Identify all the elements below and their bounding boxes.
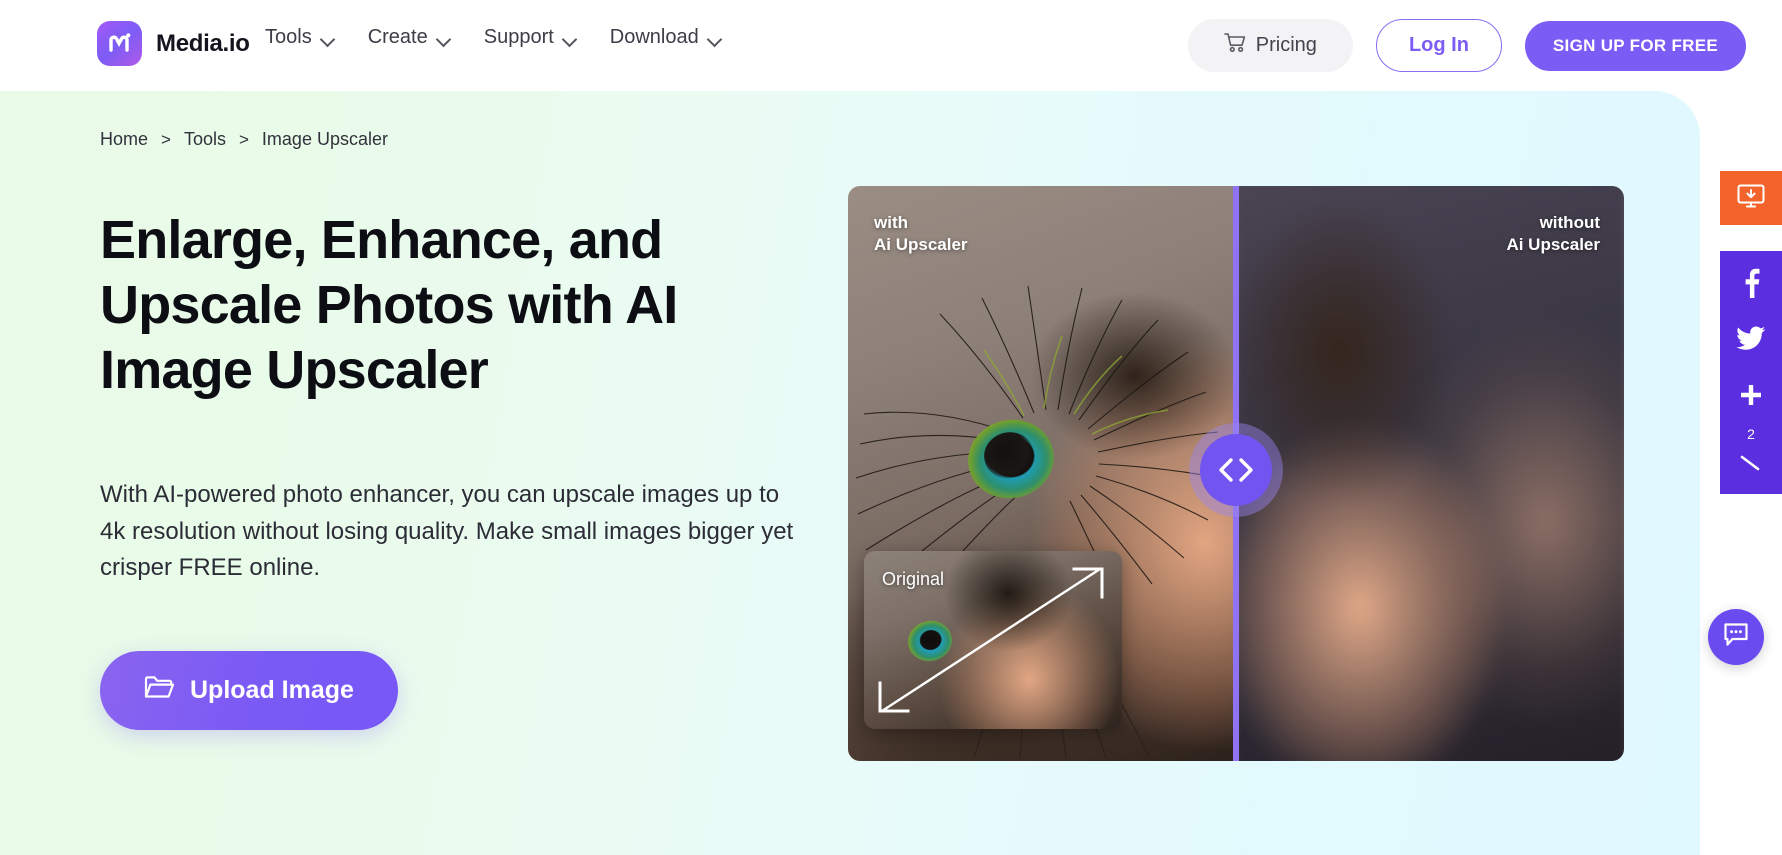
chevron-down-icon	[437, 34, 450, 42]
share-twitter-button[interactable]	[1720, 321, 1782, 361]
share-more-icon	[1738, 455, 1764, 475]
upload-image-button[interactable]: Upload Image	[100, 651, 398, 730]
nav-item-download[interactable]: Download	[610, 26, 721, 49]
nav-label: Download	[609, 26, 699, 48]
chat-bubble-icon	[1722, 622, 1750, 653]
signup-label: SIGN UP FOR FREE	[1552, 35, 1718, 55]
comparison-slider-handle[interactable]	[1189, 423, 1283, 517]
side-rail: 2	[1720, 171, 1782, 494]
media-io-logo-icon	[97, 21, 142, 66]
nav-label: Support	[483, 26, 554, 48]
desktop-download-button[interactable]	[1720, 171, 1782, 225]
site-header: Media.io Tools Create Support Download P…	[0, 0, 1782, 91]
share-more-button[interactable]	[1720, 377, 1782, 417]
nav-item-tools[interactable]: Tools	[265, 26, 334, 49]
with-upscaler-label: with Ai Upscaler	[874, 213, 968, 254]
without-upscaler-label: without Ai Upscaler	[1506, 213, 1600, 254]
page-title: Enlarge, Enhance, and Upscale Photos wit…	[100, 210, 678, 400]
main-nav: Tools Create Support Download	[265, 26, 721, 49]
breadcrumb-home[interactable]: Home	[100, 129, 148, 150]
original-thumbnail-card[interactable]: Original	[864, 551, 1122, 729]
nav-label: Create	[367, 26, 428, 48]
login-label: Log In	[1408, 34, 1469, 56]
chevron-down-icon	[708, 34, 721, 42]
pricing-button[interactable]: Pricing	[1187, 19, 1353, 72]
login-button[interactable]: Log In	[1375, 19, 1502, 72]
before-after-comparison[interactable]: with Ai Upscaler without Ai Upscaler Ori…	[848, 186, 1624, 761]
share-facebook-button[interactable]	[1720, 265, 1782, 305]
chevron-down-icon	[321, 34, 334, 42]
upload-label: Upload Image	[190, 676, 354, 704]
original-blurry-image-pane: without Ai Upscaler	[1236, 186, 1624, 761]
non-upscaled-photo	[1236, 186, 1624, 761]
shopping-cart-icon	[1223, 32, 1247, 59]
nav-label: Tools	[265, 26, 312, 48]
chevron-down-icon	[563, 34, 576, 42]
signup-button[interactable]: SIGN UP FOR FREE	[1524, 20, 1746, 71]
twitter-icon	[1736, 326, 1766, 356]
plus-share-icon	[1738, 382, 1764, 413]
social-share-rail: 2	[1720, 251, 1782, 494]
monitor-download-icon	[1736, 183, 1766, 214]
breadcrumb-separator: >	[238, 129, 249, 149]
nav-item-support[interactable]: Support	[484, 26, 576, 49]
brand-name: Media.io	[156, 29, 250, 57]
left-right-chevrons-icon	[1200, 434, 1272, 506]
breadcrumb-tools[interactable]: Tools	[184, 129, 226, 150]
header-actions: Pricing Log In SIGN UP FOR FREE	[1187, 19, 1746, 72]
hero-subtitle: With AI-powered photo enhancer, you can …	[100, 481, 794, 581]
nav-item-create[interactable]: Create	[368, 26, 450, 49]
original-label: Original	[882, 569, 945, 589]
breadcrumb: Home > Tools > Image Upscaler	[100, 129, 388, 150]
pricing-label: Pricing	[1255, 34, 1317, 56]
breadcrumb-current: Image Upscaler	[261, 129, 388, 149]
breadcrumb-separator: >	[161, 129, 171, 149]
facebook-icon	[1743, 268, 1760, 303]
brand-logo[interactable]: Media.io	[97, 21, 250, 66]
page-root: Media.io Tools Create Support Download P…	[0, 0, 1782, 855]
folder-icon	[144, 675, 175, 707]
chat-support-button[interactable]	[1708, 609, 1764, 665]
share-count: 2	[1747, 426, 1755, 442]
hero-section: Home > Tools > Image Upscaler Enlarge, E…	[0, 91, 1700, 855]
share-expand-button[interactable]	[1738, 455, 1764, 476]
